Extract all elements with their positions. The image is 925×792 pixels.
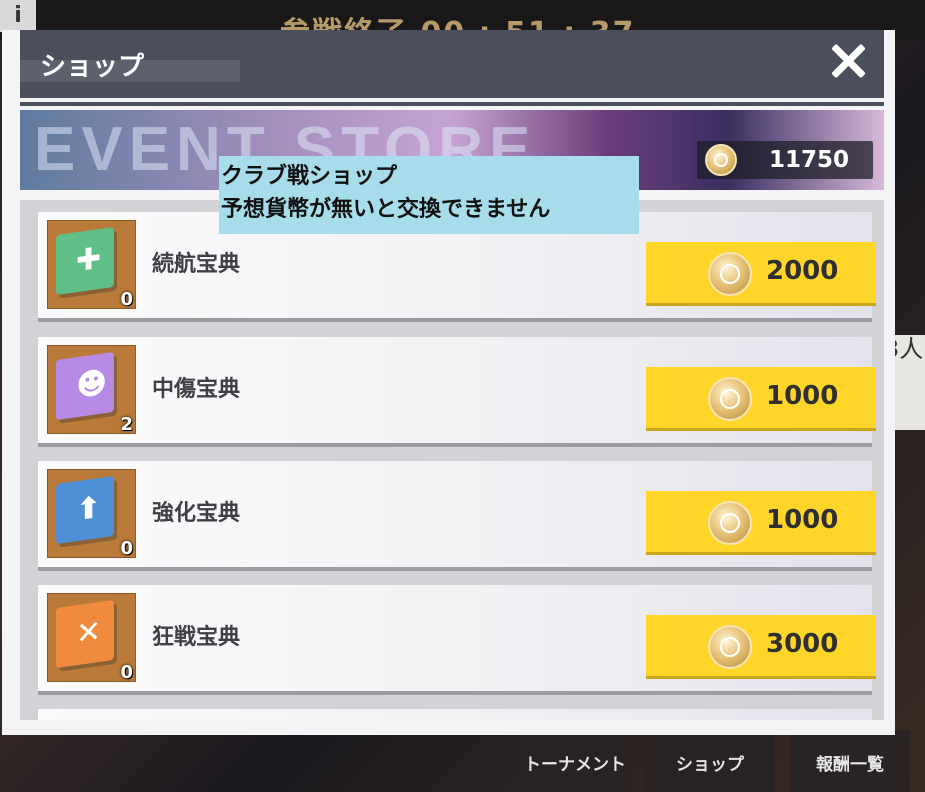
modal-header: ショップ xyxy=(20,30,884,98)
item-count: 0 xyxy=(120,538,133,559)
item-name: 続航宝典 xyxy=(152,252,241,277)
item-icon-frame[interactable]: ☻ 2 xyxy=(47,345,136,435)
book-symbol: ⬆ xyxy=(76,489,102,529)
book-symbol: ☻ xyxy=(76,364,108,405)
item-count: 0 xyxy=(120,662,133,683)
shop-item: ☻ 2 中傷宝典 1000 xyxy=(38,337,876,447)
book-symbol: ✕ xyxy=(76,613,102,653)
coin-icon xyxy=(708,252,752,296)
item-price: 2000 xyxy=(766,256,839,286)
tooltip-line-2: 予想貨幣が無いと交換できません xyxy=(221,197,551,222)
item-name: 中傷宝典 xyxy=(152,377,241,402)
item-name: 強化宝典 xyxy=(152,501,241,526)
coin-icon xyxy=(708,377,752,421)
item-price: 1000 xyxy=(766,505,839,535)
item-icon-frame[interactable]: ✕ 0 xyxy=(47,593,136,683)
shop-item-list[interactable]: ✚ 0 続航宝典 2000 ☻ 2 中傷宝典 1000 ⬆ 0 強化宝典 100… xyxy=(20,200,884,720)
item-price: 1000 xyxy=(766,381,839,411)
tooltip-line-1: クラブ戦ショップ xyxy=(221,164,398,189)
buy-button[interactable]: 1000 xyxy=(646,491,876,555)
info-icon[interactable]: i xyxy=(0,0,36,32)
book-icon: ✕ xyxy=(56,599,114,669)
header-divider xyxy=(20,102,884,106)
coin-icon xyxy=(708,625,752,669)
book-symbol: ✚ xyxy=(76,240,102,280)
item-count: 2 xyxy=(120,414,133,435)
item-icon-frame[interactable]: ✚ 0 xyxy=(47,220,136,310)
buy-button[interactable]: 1000 xyxy=(646,367,876,431)
shop-modal: ショップ EVENT STORE 11750 ✚ 0 続航宝典 2000 ☻ 2… xyxy=(2,30,895,735)
close-icon[interactable] xyxy=(830,42,866,78)
info-tooltip: クラブ戦ショップ 予想貨幣が無いと交換できません xyxy=(219,156,639,234)
item-name: 狂戦宝典 xyxy=(152,625,241,650)
modal-title: ショップ xyxy=(40,52,145,82)
nav-tournament[interactable]: トーナメント xyxy=(520,730,630,792)
book-icon: ⬆ xyxy=(56,475,114,545)
shop-item-partial xyxy=(38,709,872,720)
buy-button[interactable]: 2000 xyxy=(646,242,876,306)
book-icon: ☻ xyxy=(56,351,114,421)
nav-shop[interactable]: ショップ xyxy=(645,730,775,792)
item-count: 0 xyxy=(120,289,133,310)
shop-item: ✕ 0 狂戦宝典 3000 xyxy=(38,585,876,695)
shop-item: ⬆ 0 強化宝典 1000 xyxy=(38,461,876,571)
item-icon-frame[interactable]: ⬆ 0 xyxy=(47,469,136,559)
currency-amount: 11750 xyxy=(769,147,850,173)
coin-icon xyxy=(705,144,737,176)
nav-rewards[interactable]: 報酬一覧 xyxy=(790,730,910,792)
book-icon: ✚ xyxy=(56,226,114,296)
currency-display: 11750 xyxy=(697,141,873,179)
coin-icon xyxy=(708,501,752,545)
buy-button[interactable]: 3000 xyxy=(646,615,876,679)
item-price: 3000 xyxy=(766,629,839,659)
